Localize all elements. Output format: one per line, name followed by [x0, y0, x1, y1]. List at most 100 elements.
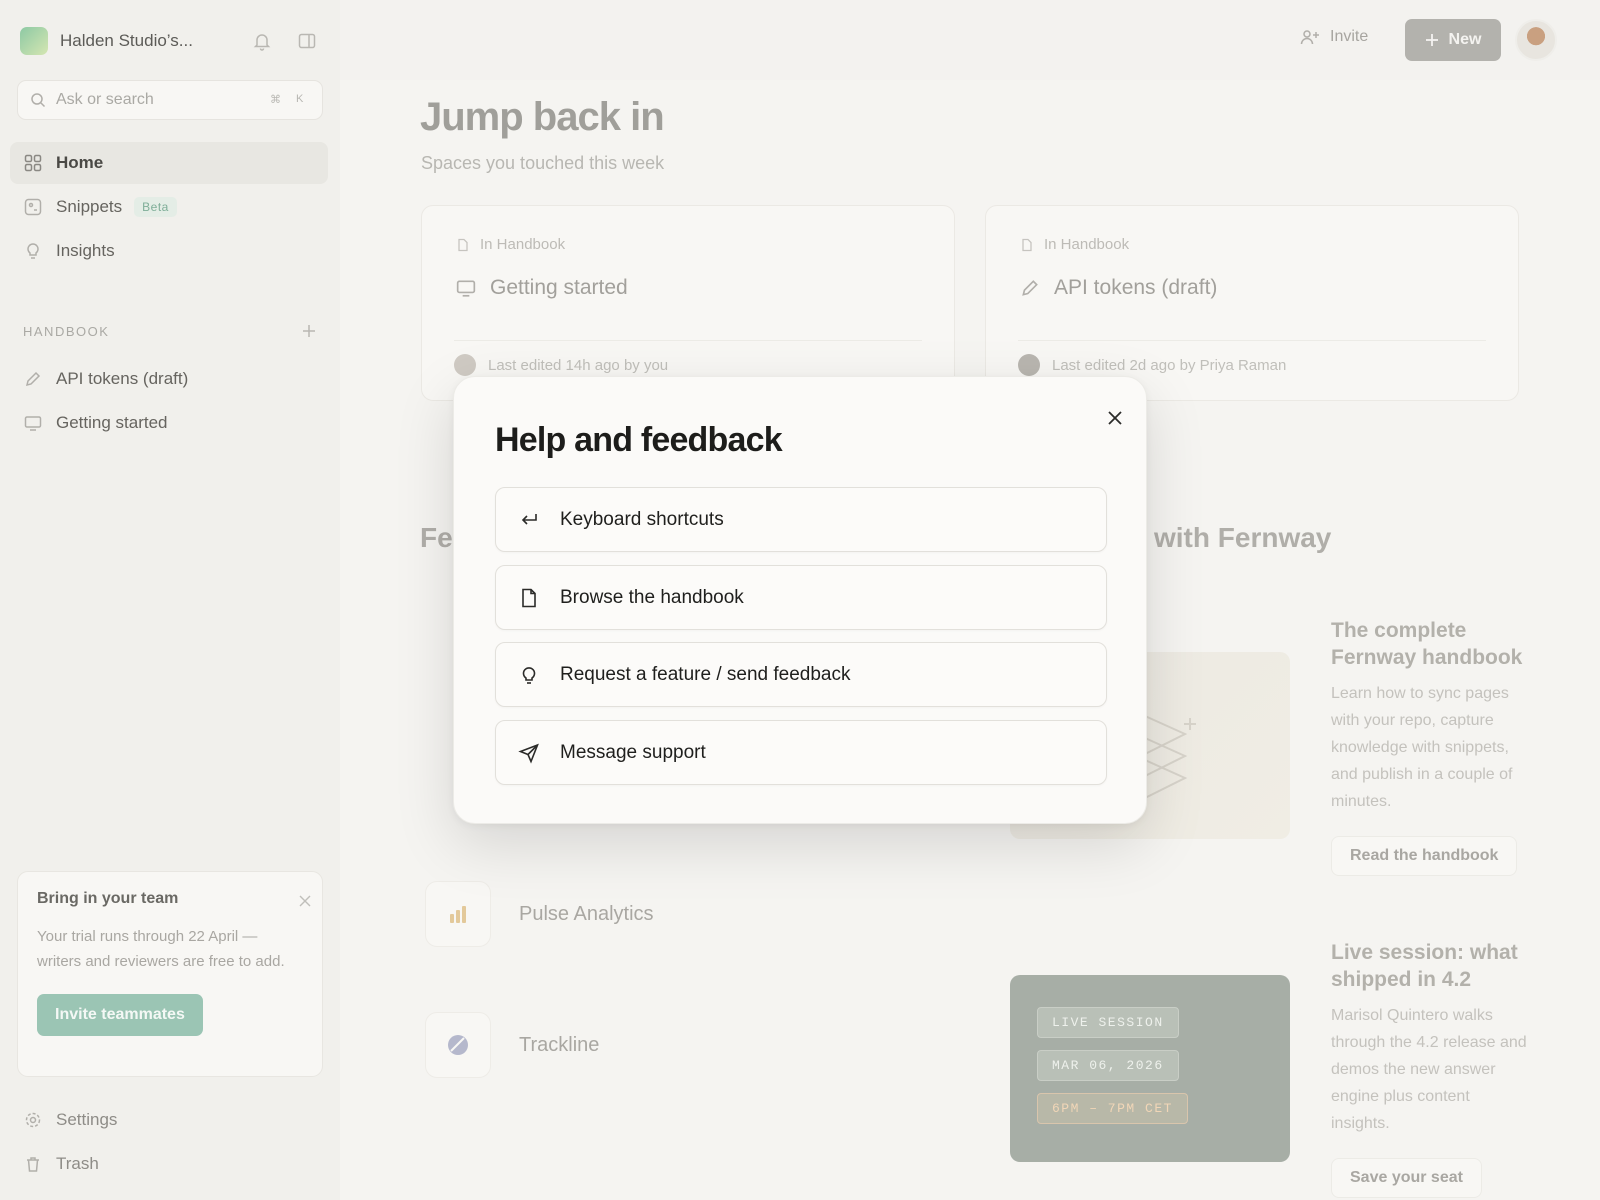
close-icon — [1108, 411, 1122, 425]
document-icon — [458, 238, 468, 251]
workspace-name: Halden Studio’s... — [60, 31, 193, 50]
sidebar-toggle-icon[interactable] — [294, 28, 320, 54]
card-location: In Handbook — [1020, 236, 1129, 253]
page-subtitle: Spaces you touched this week — [421, 153, 665, 173]
sidebar-item-label: Getting started — [56, 413, 168, 432]
read-handbook-button[interactable]: Read the handbook — [1331, 836, 1518, 876]
new-button[interactable]: New — [1405, 19, 1501, 61]
workspace-switcher[interactable]: Halden Studio’s... — [20, 26, 193, 56]
pencil-icon — [25, 371, 41, 387]
promo-title: Bring in your team — [37, 890, 179, 907]
sidebar-item-trash[interactable]: Trash — [10, 1144, 328, 1184]
card-meta: Last edited 2d ago by Priya Raman — [1018, 354, 1286, 376]
card-title: API tokens (draft) — [1020, 276, 1217, 300]
avatar — [1018, 354, 1040, 376]
card-title-label: API tokens (draft) — [1054, 276, 1218, 299]
time-chip: 6PM – 7PM CET — [1037, 1093, 1188, 1124]
live-session-text: Marisol Quintero walks through the 4.2 r… — [1331, 1007, 1527, 1132]
workspace-logo — [20, 27, 48, 55]
add-page-icon[interactable] — [296, 318, 322, 344]
sidebar-item-label: API tokens (draft) — [56, 369, 189, 388]
invite-teammates-button[interactable]: Invite teammates — [37, 994, 203, 1036]
sidebar-item-settings[interactable]: Settings — [10, 1100, 328, 1140]
document-icon — [522, 588, 536, 607]
tool-name: Trackline — [519, 1033, 600, 1056]
monitor-icon — [456, 280, 476, 297]
card-location-label: In Handbook — [1044, 236, 1130, 253]
add-user-icon — [1300, 30, 1319, 45]
save-seat-button[interactable]: Save your seat — [1331, 1158, 1482, 1198]
card-location: In Handbook — [456, 236, 565, 253]
section-title-right: with Fernway — [1154, 522, 1332, 553]
new-label: New — [1448, 31, 1482, 48]
sidebar-item-api-tokens[interactable]: API tokens (draft) — [10, 358, 328, 400]
sidebar: Halden Studio’s... ⌘ K Home Snippets Bet… — [0, 0, 340, 1200]
close-icon[interactable] — [292, 888, 318, 914]
tool-row-pulse[interactable]: Pulse Analytics — [425, 881, 654, 947]
lightbulb-icon — [522, 666, 536, 684]
handbook-feature-text: Learn how to sync pages with your repo, … — [1331, 685, 1513, 810]
dialog-title: Help and feedback — [495, 421, 783, 459]
card-meta-label: Last edited 14h ago by you — [488, 356, 669, 374]
snippet-icon — [24, 198, 42, 216]
search-box[interactable]: ⌘ K — [17, 80, 323, 120]
divider — [1018, 340, 1486, 341]
sidebar-item-label: Trash — [56, 1154, 99, 1173]
live-session-panel: LIVE SESSION MAR 06, 2026 6PM – 7PM CET — [1010, 975, 1290, 1162]
shortcut-mod: ⌘ — [270, 94, 281, 106]
nav-item-home[interactable]: Home — [10, 142, 328, 184]
browse-handbook-option[interactable]: Browse the handbook — [495, 565, 1107, 630]
pencil-icon — [1022, 280, 1038, 296]
card-location-label: In Handbook — [480, 236, 566, 253]
bar-chart-icon — [425, 881, 491, 947]
sidebar-item-getting-started[interactable]: Getting started — [10, 402, 328, 444]
keyboard-shortcuts-option[interactable]: Keyboard shortcuts — [495, 487, 1107, 552]
avatar — [454, 354, 476, 376]
date-chip: MAR 06, 2026 — [1037, 1050, 1179, 1081]
plus-icon — [1425, 34, 1438, 46]
sidebar-item-label: Settings — [56, 1110, 118, 1129]
recent-card-getting-started[interactable]: In Handbook Getting started Last edited … — [421, 205, 955, 401]
invite-button[interactable]: Invite — [1300, 28, 1368, 46]
promo-text: Your trial runs through 22 April — write… — [37, 928, 285, 970]
option-label: Browse the handbook — [560, 586, 744, 608]
slash-circle-icon — [425, 1012, 491, 1078]
shortcut-key: K — [296, 93, 304, 105]
message-support-option[interactable]: Message support — [495, 720, 1107, 785]
avatar[interactable] — [1515, 19, 1557, 61]
bulb-icon — [27, 243, 39, 259]
live-chip: LIVE SESSION — [1037, 1007, 1179, 1038]
close-button[interactable] — [1100, 403, 1130, 433]
live-session-title: Live session: what shipped in 4.2 — [1331, 941, 1518, 991]
tool-row-trackline[interactable]: Trackline — [425, 1012, 599, 1078]
divider — [454, 340, 922, 341]
section-title-left: Fe — [420, 522, 453, 553]
gear-icon — [25, 1112, 41, 1128]
invite-label: Invite — [1330, 28, 1369, 45]
nav-item-label: Snippets — [56, 197, 123, 216]
grid-icon — [24, 154, 42, 172]
page-title: Jump back in — [420, 95, 665, 139]
option-label: Keyboard shortcuts — [560, 508, 724, 530]
help-feedback-dialog: Help and feedback Keyboard shortcuts Bro… — [453, 376, 1147, 824]
tool-name: Pulse Analytics — [519, 902, 654, 925]
send-icon — [518, 743, 539, 764]
recent-card-api-tokens[interactable]: In Handbook API tokens (draft) Last edit… — [985, 205, 1519, 401]
nav-item-label: Home — [56, 153, 104, 172]
card-meta-label: Last edited 2d ago by Priya Raman — [1052, 356, 1287, 374]
nav-item-insights[interactable]: Insights — [10, 230, 328, 272]
card-title-label: Getting started — [490, 276, 628, 299]
search-input[interactable] — [56, 91, 246, 109]
handbook-section-label: HANDBOOK — [23, 324, 110, 339]
card-meta: Last edited 14h ago by you — [454, 354, 668, 376]
feedback-option[interactable]: Request a feature / send feedback — [495, 642, 1107, 707]
handbook-feature-title: The complete Fernway handbook — [1331, 619, 1523, 669]
bell-icon[interactable] — [249, 28, 275, 54]
nav-item-snippets[interactable]: Snippets Beta — [10, 186, 328, 228]
option-label: Request a feature / send feedback — [560, 663, 851, 685]
nav-item-label: Insights — [56, 241, 115, 260]
trash-icon — [27, 1157, 39, 1172]
document-icon — [1022, 238, 1032, 251]
invite-promo-card: Bring in your team Your trial runs throu… — [17, 871, 323, 1077]
enter-arrow-icon — [521, 513, 537, 525]
